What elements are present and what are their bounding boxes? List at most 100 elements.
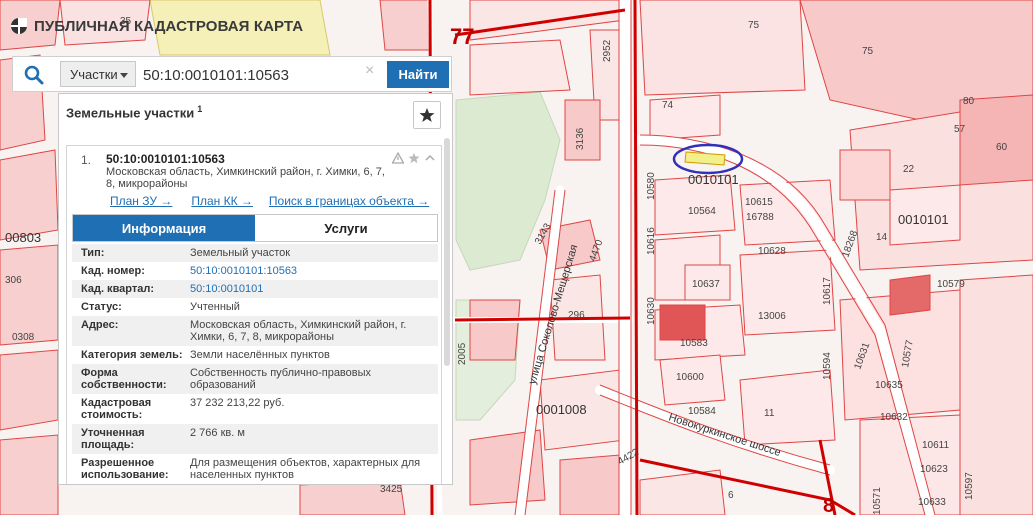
- pn: 60: [996, 142, 1008, 153]
- result-address: Московская область, Химкинский район, г.…: [106, 166, 385, 190]
- pn: 6: [728, 490, 734, 501]
- info-value: Земли населённых пунктов: [190, 349, 330, 361]
- info-row: Тип: Земельный участок: [72, 244, 438, 262]
- pn: 10630: [646, 297, 657, 325]
- pn: 16788: [746, 212, 774, 223]
- pn: 10623: [920, 464, 948, 475]
- pn: 10584: [688, 406, 716, 417]
- clear-icon[interactable]: ×: [365, 62, 374, 80]
- zone-label-8: 8: [823, 495, 834, 515]
- info-row: Кад. номер: 50:10:0010101:10563: [72, 262, 438, 280]
- plan-kk-link[interactable]: План КК →: [191, 194, 253, 208]
- info-label: Разрешенное использование:: [81, 457, 169, 481]
- find-button[interactable]: Найти: [387, 61, 449, 88]
- zone-label-77: 77: [450, 24, 474, 49]
- result-number: 1.: [81, 153, 92, 167]
- pn: 306: [5, 275, 22, 286]
- info-label: Адрес:: [81, 319, 119, 331]
- results-count: 1: [197, 104, 203, 114]
- result-cad-number[interactable]: 50:10:0010101:10563: [106, 152, 225, 166]
- quarter-label-00803: 00803: [5, 230, 41, 245]
- quarter-label-0001008: 0001008: [536, 402, 587, 417]
- info-value: Московская область, Химкинский район, г.…: [190, 319, 407, 343]
- pn: 10597: [964, 472, 975, 500]
- pn: 75: [862, 46, 874, 57]
- info-value: Собственность публично-правовых образова…: [190, 367, 372, 391]
- pn: 3425: [380, 484, 403, 495]
- pn: 10628: [758, 246, 786, 257]
- pkk-logo-icon[interactable]: [10, 17, 28, 35]
- pn: 10600: [676, 372, 704, 383]
- pn: 0308: [12, 332, 35, 343]
- search-type-select[interactable]: Участки: [60, 61, 136, 87]
- results-title: Земельные участки 1: [66, 104, 202, 120]
- search-bar: Участки × Найти: [12, 56, 452, 92]
- info-label: Кад. квартал:: [81, 283, 155, 295]
- star-icon: [419, 108, 435, 122]
- pn: 22: [903, 164, 915, 175]
- info-value-link[interactable]: 50:10:0010101: [190, 283, 430, 295]
- pn: 14: [876, 232, 888, 243]
- pn: 10637: [692, 279, 720, 290]
- result-actions: [392, 152, 436, 164]
- pn: 80: [963, 96, 975, 107]
- pn: 11: [764, 408, 775, 419]
- pn: 74: [662, 100, 674, 111]
- pn: 2952: [602, 39, 613, 62]
- tab-info[interactable]: Информация: [73, 215, 255, 241]
- info-row: Форма собственности: Собственность публич…: [72, 364, 438, 394]
- chevron-up-icon[interactable]: [424, 152, 436, 164]
- pn: 10632: [880, 412, 908, 423]
- app-header: ПУБЛИЧНАЯ КАДАСТРОВАЯ КАРТА: [0, 10, 303, 42]
- search-icon[interactable]: [23, 64, 45, 86]
- result-card: 1. 50:10:0010101:10563 Московская област…: [66, 145, 442, 484]
- app-title: ПУБЛИЧНАЯ КАДАСТРОВАЯ КАРТА: [34, 17, 304, 35]
- info-label: Статус:: [81, 301, 122, 313]
- pn: 10583: [680, 338, 708, 349]
- pn: 10594: [822, 352, 833, 380]
- quarter-label-main: 0010101: [688, 172, 739, 187]
- info-value: 37 232 213,22 руб.: [190, 397, 285, 409]
- search-input[interactable]: [141, 61, 385, 89]
- pn: 10615: [745, 197, 773, 208]
- star-outline-icon[interactable]: [408, 152, 420, 164]
- info-label: Тип:: [81, 247, 105, 259]
- info-value: 2 766 кв. м: [190, 427, 245, 439]
- pn: 13006: [758, 311, 786, 322]
- pn: 10617: [822, 277, 833, 305]
- chevron-down-icon: [120, 73, 128, 78]
- pn: 10579: [937, 279, 965, 290]
- pn: 10580: [646, 172, 657, 200]
- panel-scrollbar[interactable]: [444, 138, 450, 366]
- info-value: Учтенный: [190, 301, 240, 313]
- pn: 75: [748, 20, 760, 31]
- pn: 10633: [918, 497, 946, 508]
- info-row: Адрес: Московская область, Химкинский рай…: [72, 316, 438, 346]
- info-label: Уточненная площадь:: [81, 427, 145, 451]
- quarter-label-right: 0010101: [898, 212, 949, 227]
- info-label: Категория земель:: [81, 349, 183, 361]
- pn: 57: [954, 124, 966, 135]
- info-value-link[interactable]: 50:10:0010101:10563: [190, 265, 430, 277]
- pn: 10564: [688, 206, 716, 217]
- pn: 2005: [457, 342, 468, 365]
- favorite-button[interactable]: [413, 101, 441, 129]
- result-links: План ЗУ → План КК → Поиск в границах объ…: [110, 194, 429, 208]
- info-row: Кад. квартал: 50:10:0010101: [72, 280, 438, 298]
- pn: 10635: [875, 380, 903, 391]
- info-table: Тип: Земельный участок Кад. номер: 50:10:0…: [72, 244, 438, 484]
- tab-services[interactable]: Услуги: [255, 215, 437, 241]
- results-title-text: Земельные участки: [66, 105, 195, 121]
- info-row: Разрешенное использование: Для размещения…: [72, 454, 438, 484]
- info-row: Кадастровая стоимость: 37 232 213,22 руб.: [72, 394, 438, 424]
- info-label: Форма собственности:: [81, 367, 167, 391]
- results-panel: Земельные участки 1 1. 50:10:0010101:1056…: [58, 93, 453, 485]
- info-label: Кад. номер:: [81, 265, 145, 277]
- pn: 3136: [575, 127, 586, 150]
- warning-icon[interactable]: [392, 152, 404, 164]
- pn: 10611: [922, 440, 950, 451]
- plan-zu-link[interactable]: План ЗУ →: [110, 194, 172, 208]
- search-in-bounds-link[interactable]: Поиск в границах объекта →: [269, 194, 429, 208]
- pn: 10571: [872, 487, 883, 515]
- info-row: Уточненная площадь: 2 766 кв. м: [72, 424, 438, 454]
